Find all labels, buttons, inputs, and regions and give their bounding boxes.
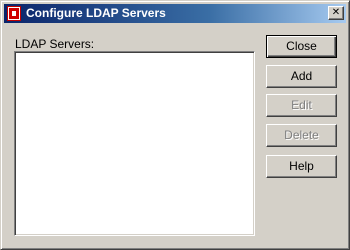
ldap-servers-label: LDAP Servers: bbox=[15, 37, 95, 51]
edit-button-label: Edit bbox=[291, 98, 312, 112]
close-button[interactable]: Close bbox=[266, 35, 337, 58]
ldap-servers-list[interactable] bbox=[14, 51, 255, 236]
app-icon[interactable] bbox=[7, 6, 21, 21]
help-button-label: Help bbox=[289, 159, 314, 173]
add-button-label: Add bbox=[290, 69, 313, 83]
close-button-label: Close bbox=[286, 39, 317, 53]
edit-button[interactable]: Edit bbox=[266, 94, 337, 117]
add-button[interactable]: Add bbox=[266, 65, 337, 88]
dialog-window: Configure LDAP Servers ✕ LDAP Servers: C… bbox=[0, 0, 350, 250]
close-icon[interactable]: ✕ bbox=[328, 6, 344, 20]
window-title: Configure LDAP Servers bbox=[26, 6, 166, 20]
help-button[interactable]: Help bbox=[266, 155, 337, 178]
delete-button-label: Delete bbox=[284, 128, 319, 142]
title-bar[interactable]: Configure LDAP Servers ✕ bbox=[4, 4, 346, 23]
delete-button[interactable]: Delete bbox=[266, 124, 337, 147]
